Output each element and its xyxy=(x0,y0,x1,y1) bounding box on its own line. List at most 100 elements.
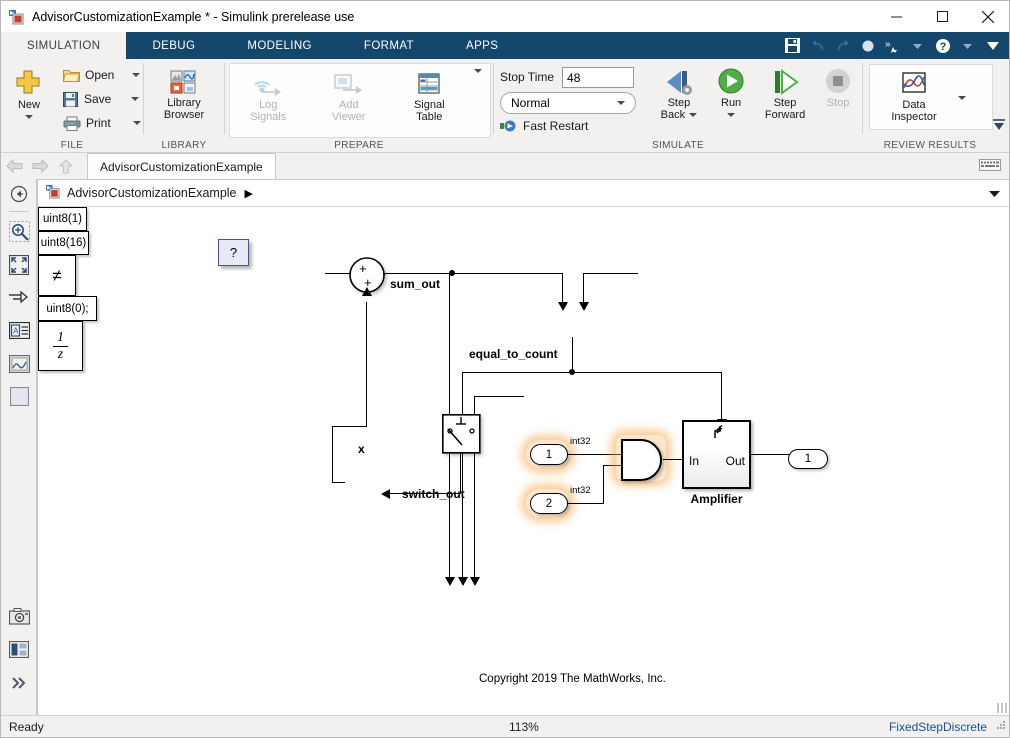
minimize-button[interactable] xyxy=(873,1,919,32)
review-gallery-caret[interactable] xyxy=(958,96,966,100)
rail-annotation-tool[interactable]: A xyxy=(1,314,37,347)
rail-more-tool[interactable] xyxy=(1,666,37,699)
amplifier-block-label: Amplifier xyxy=(690,492,743,506)
library-browser-button[interactable]: Library Browser xyxy=(146,63,222,121)
type-label-inport-1: int32 xyxy=(570,436,591,447)
log-signals-button[interactable]: Log Signals xyxy=(232,69,304,123)
signal-table-button[interactable]: Signal Table xyxy=(393,69,465,123)
open-dropdown-caret[interactable] xyxy=(132,73,140,77)
step-back-caret[interactable] xyxy=(689,113,698,117)
ribbon-tab-bar: SIMULATION DEBUG MODELING FORMAT APPS » … xyxy=(1,32,1009,59)
rail-image-tool[interactable] xyxy=(1,347,37,380)
rail-signal-tool[interactable] xyxy=(1,281,37,314)
shortcuts-dropdown-icon[interactable] xyxy=(909,37,926,54)
data-inspector-label-1: Data xyxy=(902,99,926,111)
inport-2[interactable]: 2 xyxy=(530,493,568,514)
add-viewer-icon xyxy=(334,74,362,94)
unit-delay-block[interactable]: 1 z xyxy=(38,321,83,371)
step-forward-button[interactable]: Step Forward xyxy=(756,65,814,121)
step-back-button[interactable]: Step Back xyxy=(652,65,707,121)
redo-icon[interactable] xyxy=(834,37,851,54)
fast-restart-label[interactable]: Fast Restart xyxy=(523,119,588,133)
constant-uint8-0[interactable]: uint8(0); xyxy=(38,296,97,321)
add-viewer-button[interactable]: Add Viewer xyxy=(313,69,385,123)
relational-operator-block[interactable]: ≠ xyxy=(38,255,76,296)
tab-modeling[interactable]: MODELING xyxy=(221,32,338,59)
wire-delay-out-h xyxy=(332,482,345,484)
help-dropdown-icon[interactable] xyxy=(959,37,976,54)
status-zoom-level[interactable]: 113% xyxy=(509,720,539,734)
stop-time-input[interactable]: 48 xyxy=(562,66,635,88)
circle-icon[interactable] xyxy=(859,37,876,54)
simulation-mode-select[interactable]: Normal xyxy=(500,92,636,114)
amplifier-subsystem[interactable]: In Out xyxy=(682,420,751,489)
tab-debug[interactable]: DEBUG xyxy=(126,32,221,59)
prepare-gallery-caret[interactable] xyxy=(473,69,482,73)
up-arrow-icon[interactable] xyxy=(53,155,79,177)
run-caret[interactable] xyxy=(727,113,736,117)
rail-fit-to-view-tool[interactable] xyxy=(1,248,37,281)
outport-1[interactable]: 1 xyxy=(788,449,828,469)
ribbon-group-review: Data Inspector REVIEW RESULTS xyxy=(863,59,997,153)
maximize-button[interactable] xyxy=(919,1,965,32)
rail-zoom-tool[interactable] xyxy=(1,215,37,248)
model-canvas[interactable]: ? uint8(1) + + sum_out uint8(16) ≠ equal… xyxy=(37,207,1009,717)
window-resize-grip[interactable] xyxy=(996,719,1006,733)
keyboard-icon[interactable] xyxy=(979,158,1001,174)
close-button[interactable] xyxy=(965,1,1009,32)
annotation-note[interactable]: ? xyxy=(218,239,249,266)
rail-camera-tool[interactable] xyxy=(1,600,37,633)
save-button-label: Save xyxy=(84,92,112,106)
status-solver[interactable]: FixedStepDiscrete xyxy=(889,720,987,734)
new-button[interactable]: New xyxy=(1,63,57,119)
minimize-ribbon-button[interactable] xyxy=(991,117,1007,136)
svg-text:+: + xyxy=(359,261,367,276)
new-dropdown-caret[interactable] xyxy=(25,115,33,119)
constant-uint8-1[interactable]: uint8(1) xyxy=(38,207,87,231)
inport-1[interactable]: 1 xyxy=(530,444,568,465)
document-tab[interactable]: AdvisorCustomizationExample xyxy=(87,153,276,179)
ribbon-group-file: New Open Save Print FILE xyxy=(1,59,143,153)
open-button[interactable]: Open xyxy=(61,63,141,87)
multiport-switch-block[interactable] xyxy=(442,414,481,454)
signal-label-x[interactable]: x xyxy=(358,442,365,456)
signal-label-switch-out[interactable]: switch_out xyxy=(402,487,465,501)
collapse-ribbon-icon[interactable] xyxy=(984,37,1001,54)
signal-label-sum-out[interactable]: sum_out xyxy=(390,277,440,291)
ribbon: New Open Save Print FILE Library Browser… xyxy=(1,59,1009,153)
forward-arrow-icon[interactable] xyxy=(27,155,53,177)
print-dropdown-caret[interactable] xyxy=(133,121,141,125)
breadcrumb-label[interactable]: AdvisorCustomizationExample xyxy=(67,186,237,200)
logical-and-block[interactable] xyxy=(619,438,665,481)
tab-format[interactable]: FORMAT xyxy=(338,32,440,59)
tab-simulation[interactable]: SIMULATION xyxy=(1,32,127,59)
step-back-icon xyxy=(666,71,692,95)
chevron-down-icon[interactable] xyxy=(989,186,1000,200)
tab-apps[interactable]: APPS xyxy=(440,32,524,59)
navigate-back-icon[interactable] xyxy=(1,179,37,209)
stop-button[interactable]: Stop xyxy=(814,65,862,109)
save-button[interactable]: Save xyxy=(61,87,141,111)
constant-uint8-16[interactable]: uint8(16) xyxy=(38,231,89,255)
back-arrow-icon[interactable] xyxy=(1,155,27,177)
print-button[interactable]: Print xyxy=(61,111,141,135)
undo-icon[interactable] xyxy=(809,37,826,54)
help-icon[interactable]: ? xyxy=(934,37,951,54)
wire-delay-to-sum-h xyxy=(332,426,367,428)
save-dropdown-caret[interactable] xyxy=(131,97,139,101)
rail-layout-tool[interactable] xyxy=(1,633,37,666)
relational-operator-symbol: ≠ xyxy=(52,266,62,285)
step-forward-icon xyxy=(775,69,799,95)
data-inspector-button[interactable]: Data Inspector xyxy=(870,69,958,123)
wire-inport2-v xyxy=(603,465,605,504)
rail-area-tool[interactable] xyxy=(1,380,37,413)
wire-sumout-to-relop xyxy=(449,273,563,275)
signal-table-icon xyxy=(418,73,440,94)
signal-label-equal-to-count[interactable]: equal_to_count xyxy=(469,347,558,361)
canvas-grip[interactable] xyxy=(995,703,1007,713)
run-button[interactable]: Run xyxy=(706,65,756,117)
step-back-label-2: Back xyxy=(660,109,686,121)
shortcuts-icon[interactable]: » xyxy=(884,37,901,54)
save-icon[interactable] xyxy=(784,37,801,54)
library-browser-label-2: Browser xyxy=(163,109,205,121)
